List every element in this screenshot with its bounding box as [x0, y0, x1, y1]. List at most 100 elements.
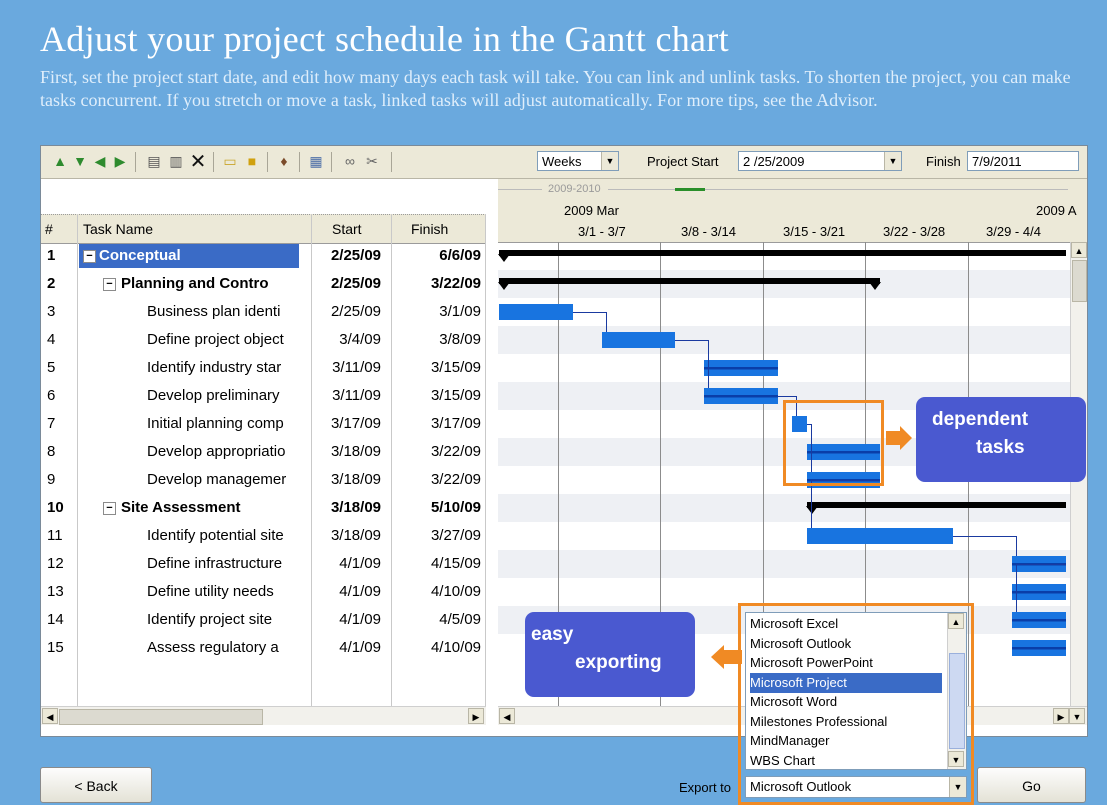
task-name[interactable]: Develop appropriatio: [147, 438, 303, 466]
export-option[interactable]: Microsoft PowerPoint: [750, 653, 942, 673]
export-option[interactable]: Microsoft Word: [750, 692, 942, 712]
task-finish[interactable]: 3/1/09: [386, 298, 481, 326]
export-option[interactable]: WBS Chart: [750, 751, 942, 771]
task-start[interactable]: 3/18/09: [311, 466, 381, 494]
export-option[interactable]: Milestones Professional: [750, 712, 942, 732]
table-row[interactable]: 1 − Conceptual 2/25/09 6/6/09: [41, 242, 486, 270]
collapse-icon[interactable]: −: [103, 278, 116, 291]
task-start[interactable]: 3/11/09: [311, 382, 381, 410]
task-finish[interactable]: 5/10/09: [386, 494, 481, 522]
scroll-right-icon[interactable]: ▶: [468, 708, 484, 724]
task-bar[interactable]: [499, 304, 573, 320]
task-info-icon[interactable]: ■: [243, 152, 261, 170]
table-row[interactable]: 5 Identify industry star 3/11/09 3/15/09: [41, 354, 486, 382]
scroll-thumb[interactable]: [949, 653, 965, 749]
go-button[interactable]: Go: [977, 767, 1086, 803]
task-finish[interactable]: 3/15/09: [386, 354, 481, 382]
delete-icon[interactable]: ✕: [189, 151, 207, 173]
collapse-icon[interactable]: −: [83, 250, 96, 263]
export-option[interactable]: Microsoft Excel: [750, 614, 942, 634]
task-name[interactable]: Identify industry star: [147, 354, 303, 382]
task-start[interactable]: 3/18/09: [311, 494, 381, 522]
task-start[interactable]: 3/4/09: [311, 326, 381, 354]
task-finish[interactable]: 6/6/09: [386, 242, 481, 270]
outdent-icon[interactable]: ◀: [91, 152, 109, 170]
table-row[interactable]: 4 Define project object 3/4/09 3/8/09: [41, 326, 486, 354]
task-name[interactable]: Identify potential site: [147, 522, 303, 550]
col-start[interactable]: Start: [332, 221, 362, 237]
table-row[interactable]: 8 Develop appropriatio 3/18/09 3/22/09: [41, 438, 486, 466]
insert-milestone-icon[interactable]: ▭: [221, 152, 239, 170]
export-select[interactable]: Microsoft Outlook ▼: [745, 776, 967, 798]
task-name[interactable]: Identify project site: [147, 606, 303, 634]
task-finish[interactable]: 3/22/09: [386, 438, 481, 466]
task-name[interactable]: Assess regulatory a: [147, 634, 303, 662]
task-name[interactable]: Develop managemer: [147, 466, 303, 494]
task-name[interactable]: Define project object: [147, 326, 303, 354]
task-start[interactable]: 3/18/09: [311, 438, 381, 466]
scroll-left-icon[interactable]: ◀: [42, 708, 58, 724]
scroll-up-icon[interactable]: ▲: [1071, 242, 1087, 258]
task-start[interactable]: 4/1/09: [311, 550, 381, 578]
summary-bar[interactable]: [499, 250, 1066, 256]
task-bar[interactable]: [601, 332, 676, 348]
table-row[interactable]: 9 Develop managemer 3/18/09 3/22/09: [41, 466, 486, 494]
scroll-down-icon[interactable]: ▼: [948, 751, 964, 767]
col-number[interactable]: #: [45, 221, 53, 237]
table-row[interactable]: 11 Identify potential site 3/18/09 3/27/09: [41, 522, 486, 550]
table-row[interactable]: 2 − Planning and Contro 2/25/09 3/22/09: [41, 270, 486, 298]
task-name[interactable]: Initial planning comp: [147, 410, 303, 438]
task-name[interactable]: Develop preliminary: [147, 382, 303, 410]
task-start[interactable]: 3/18/09: [311, 522, 381, 550]
insert-subtask-icon[interactable]: ▥: [167, 152, 185, 170]
unlink-icon[interactable]: ✂: [363, 152, 381, 170]
task-bar[interactable]: [704, 388, 778, 404]
insert-task-icon[interactable]: ▤: [145, 152, 163, 170]
task-bar[interactable]: [806, 528, 954, 544]
calendar-icon[interactable]: ▦: [307, 152, 325, 170]
scroll-thumb[interactable]: [59, 709, 263, 725]
export-option[interactable]: MindManager: [750, 731, 942, 751]
table-row[interactable]: 3 Business plan identi 2/25/09 3/1/09: [41, 298, 486, 326]
task-finish[interactable]: 3/22/09: [386, 466, 481, 494]
task-bar[interactable]: [1011, 640, 1066, 656]
collapse-icon[interactable]: −: [103, 502, 116, 515]
task-finish[interactable]: 4/5/09: [386, 606, 481, 634]
grid-horizontal-scrollbar[interactable]: ◀ ▶: [41, 706, 486, 725]
move-up-icon[interactable]: ▲: [51, 152, 69, 170]
task-bar[interactable]: [704, 360, 778, 376]
export-options-list[interactable]: Microsoft Excel Microsoft Outlook Microsof…: [745, 612, 967, 770]
table-row[interactable]: 15 Assess regulatory a 4/1/09 4/10/09: [41, 634, 486, 662]
task-start[interactable]: 3/17/09: [311, 410, 381, 438]
task-start[interactable]: 2/25/09: [311, 270, 381, 298]
scroll-thumb[interactable]: [1072, 260, 1087, 302]
paint-icon[interactable]: ♦: [275, 152, 293, 170]
table-row[interactable]: 6 Develop preliminary 3/11/09 3/15/09: [41, 382, 486, 410]
scroll-left-icon[interactable]: ◀: [499, 708, 515, 724]
task-finish[interactable]: 3/15/09: [386, 382, 481, 410]
scroll-up-icon[interactable]: ▲: [948, 613, 964, 629]
task-start[interactable]: 4/1/09: [311, 578, 381, 606]
scroll-down-icon[interactable]: ▼: [1069, 708, 1085, 724]
task-name[interactable]: Business plan identi: [147, 298, 303, 326]
export-option[interactable]: Microsoft Project: [750, 672, 942, 693]
task-finish[interactable]: 3/22/09: [386, 270, 481, 298]
task-finish[interactable]: 3/27/09: [386, 522, 481, 550]
task-name[interactable]: Conceptual: [99, 242, 303, 270]
summary-bar[interactable]: [806, 502, 1066, 508]
back-button[interactable]: < Back: [40, 767, 152, 803]
task-start[interactable]: 4/1/09: [311, 606, 381, 634]
task-finish[interactable]: 4/10/09: [386, 578, 481, 606]
task-name[interactable]: Site Assessment: [121, 494, 303, 522]
timescale-select[interactable]: Weeks ▼: [537, 151, 619, 171]
list-scrollbar[interactable]: ▲ ▼: [947, 613, 966, 769]
link-icon[interactable]: ∞: [341, 152, 359, 170]
indent-icon[interactable]: ▶: [111, 152, 129, 170]
task-finish[interactable]: 4/15/09: [386, 550, 481, 578]
export-option[interactable]: Microsoft Outlook: [750, 634, 942, 654]
task-finish[interactable]: 3/8/09: [386, 326, 481, 354]
table-row[interactable]: 14 Identify project site 4/1/09 4/5/09: [41, 606, 486, 634]
move-down-icon[interactable]: ▼: [71, 152, 89, 170]
col-finish[interactable]: Finish: [411, 221, 448, 237]
task-start[interactable]: 3/11/09: [311, 354, 381, 382]
